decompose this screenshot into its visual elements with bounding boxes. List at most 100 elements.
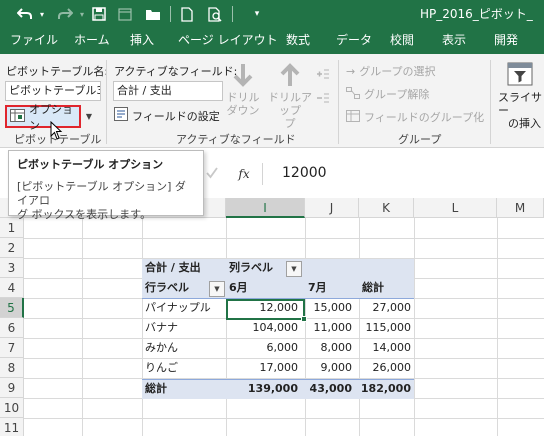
tab-page-layout[interactable]: ページ レイアウト — [178, 28, 278, 54]
calendar-icon[interactable] — [116, 0, 134, 28]
pivot-cell-jul[interactable]: 15,000 — [305, 298, 353, 318]
active-field-input[interactable]: 合計 / 支出 — [113, 81, 223, 101]
tab-view[interactable]: 表示 — [442, 28, 466, 54]
ribbon-tabs: ファイル ホーム 挿入 ページ レイアウト 数式 データ 校閲 表示 開発 — [0, 28, 544, 54]
insert-function-icon[interactable]: fx — [234, 164, 254, 184]
pivot-name-input[interactable]: ピボットテーブル3 — [5, 81, 101, 101]
pivot-cell-jul[interactable]: 11,000 — [305, 318, 353, 338]
ungroup-icon — [346, 86, 360, 102]
enter-check-icon[interactable] — [206, 166, 218, 183]
redo-dropdown-icon[interactable]: ▾ — [78, 0, 86, 28]
pivot-cell-jun[interactable]: 17,000 — [226, 358, 299, 378]
field-settings-button[interactable]: フィールドの設定 — [114, 107, 220, 124]
column-header-i[interactable]: I — [226, 198, 305, 218]
pivot-grand-total-header[interactable]: 総計 — [362, 278, 384, 298]
tooltip-title: ピボットテーブル オプション — [17, 158, 164, 171]
row-header-5[interactable]: 5 — [0, 298, 24, 318]
row-header-4[interactable]: 4 — [0, 278, 24, 298]
tab-file[interactable]: ファイル — [10, 28, 58, 54]
expand-field-icon[interactable] — [316, 68, 330, 83]
tab-review[interactable]: 校閲 — [390, 28, 414, 54]
slicer-icon — [494, 60, 544, 91]
ungroup-label: グループ解除 — [364, 88, 430, 101]
column-filter-dropdown-icon[interactable]: ▼ — [286, 261, 302, 277]
tab-home[interactable]: ホーム — [74, 28, 110, 54]
pivot-cell-jun[interactable]: 104,000 — [226, 318, 299, 338]
column-header-k[interactable]: K — [359, 198, 414, 218]
group-selection-button[interactable]: → グループの選択 — [346, 63, 436, 79]
pivot-value-field-header[interactable]: 合計 / 支出 — [145, 258, 201, 278]
customize-qat-icon[interactable]: ▾ — [250, 0, 264, 28]
column-header-l[interactable]: L — [414, 198, 497, 218]
formula-bar-divider — [262, 163, 263, 185]
pivot-row-label[interactable]: パイナップル — [145, 298, 211, 318]
group-separator — [106, 60, 107, 144]
title-bar: ▾ ▾ ▾ HP_2016_ピボット_ — [0, 0, 544, 28]
ungroup-button[interactable]: グループ解除 — [346, 86, 429, 102]
save-icon[interactable] — [90, 0, 108, 28]
field-settings-icon — [114, 107, 128, 124]
pivot-row-labels-header[interactable]: 行ラベル — [145, 278, 189, 298]
slicer-label-1: スライサー — [498, 91, 542, 117]
pivot-cell-total[interactable]: 26,000 — [359, 358, 412, 378]
tab-developer[interactable]: 開発 — [494, 28, 518, 54]
row-header-11[interactable]: 11 — [0, 418, 24, 436]
pivot-month-header-jul[interactable]: 7月 — [308, 278, 327, 298]
redo-icon[interactable] — [54, 0, 76, 28]
row-header-9[interactable]: 9 — [0, 378, 24, 398]
pivot-cell-jul[interactable]: 9,000 — [305, 358, 353, 378]
group-group-label: グループ — [398, 133, 442, 146]
drill-up-label-1: ドリルアップ — [268, 91, 312, 117]
active-cell-selection — [226, 299, 305, 320]
pivot-row-label[interactable]: りんご — [145, 358, 178, 378]
row-header-2[interactable]: 2 — [0, 238, 24, 258]
pivot-grand-total-jun[interactable]: 139,000 — [226, 379, 298, 399]
row-header-8[interactable]: 8 — [0, 358, 24, 378]
pivot-cell-jun[interactable]: 6,000 — [226, 338, 299, 358]
drill-up-button[interactable]: ドリルアップ プ — [266, 62, 314, 130]
pivot-cell-total[interactable]: 14,000 — [359, 338, 412, 358]
pivot-grand-total-jul[interactable]: 43,000 — [305, 379, 352, 399]
row-header-10[interactable]: 10 — [0, 398, 24, 418]
drill-down-label-2: ダウン — [226, 104, 260, 117]
undo-dropdown-icon[interactable]: ▾ — [38, 0, 46, 28]
undo-icon[interactable] — [14, 0, 36, 28]
collapse-field-icon[interactable] — [316, 92, 330, 107]
tab-insert[interactable]: 挿入 — [130, 28, 154, 54]
pivot-grand-total-all[interactable]: 182,000 — [359, 379, 411, 399]
fill-handle[interactable] — [301, 316, 307, 322]
insert-slicer-button[interactable]: スライサー の挿入 — [494, 60, 544, 130]
mouse-cursor-icon — [50, 120, 64, 144]
folder-icon[interactable] — [144, 0, 162, 28]
pivot-cell-jul[interactable]: 8,000 — [305, 338, 353, 358]
row-header-3[interactable]: 3 — [0, 258, 24, 278]
options-icon — [10, 108, 25, 125]
formula-input[interactable]: 12000 — [282, 165, 327, 181]
column-header-m[interactable]: M — [497, 198, 544, 218]
new-document-icon[interactable] — [178, 0, 196, 28]
row-header-6[interactable]: 6 — [0, 318, 24, 338]
tab-formulas[interactable]: 数式 — [286, 28, 310, 54]
row-filter-dropdown-icon[interactable]: ▼ — [209, 281, 225, 297]
qat-separator — [232, 6, 233, 22]
pivot-month-header-jun[interactable]: 6月 — [229, 278, 248, 298]
active-field-label: アクティブなフィールド: — [114, 65, 238, 78]
options-dropdown-icon[interactable]: ▼ — [82, 105, 96, 128]
column-header-j[interactable]: J — [305, 198, 359, 218]
pivot-row-label[interactable]: みかん — [145, 338, 178, 358]
pivot-grand-total-label[interactable]: 総計 — [145, 379, 167, 399]
pivot-name-label: ピボットテーブル名: — [6, 65, 109, 78]
gridline — [24, 238, 544, 239]
pivot-row-label[interactable]: バナナ — [145, 318, 178, 338]
pivot-cell-total[interactable]: 115,000 — [359, 318, 412, 338]
pivot-cell-total[interactable]: 27,000 — [359, 298, 412, 318]
group-field-button[interactable]: フィールドのグループ化 — [346, 109, 484, 125]
drill-down-button[interactable]: ドリル ダウン — [226, 62, 260, 117]
tooltip-body-line-2: グ ボックスを表示します。 — [17, 208, 152, 221]
tab-data[interactable]: データ — [336, 28, 372, 54]
options-button[interactable]: オプション — [5, 103, 81, 132]
pivot-column-labels-header[interactable]: 列ラベル — [229, 258, 273, 278]
row-header-7[interactable]: 7 — [0, 338, 24, 358]
group-field-icon — [346, 109, 360, 125]
print-preview-icon[interactable] — [206, 0, 224, 28]
